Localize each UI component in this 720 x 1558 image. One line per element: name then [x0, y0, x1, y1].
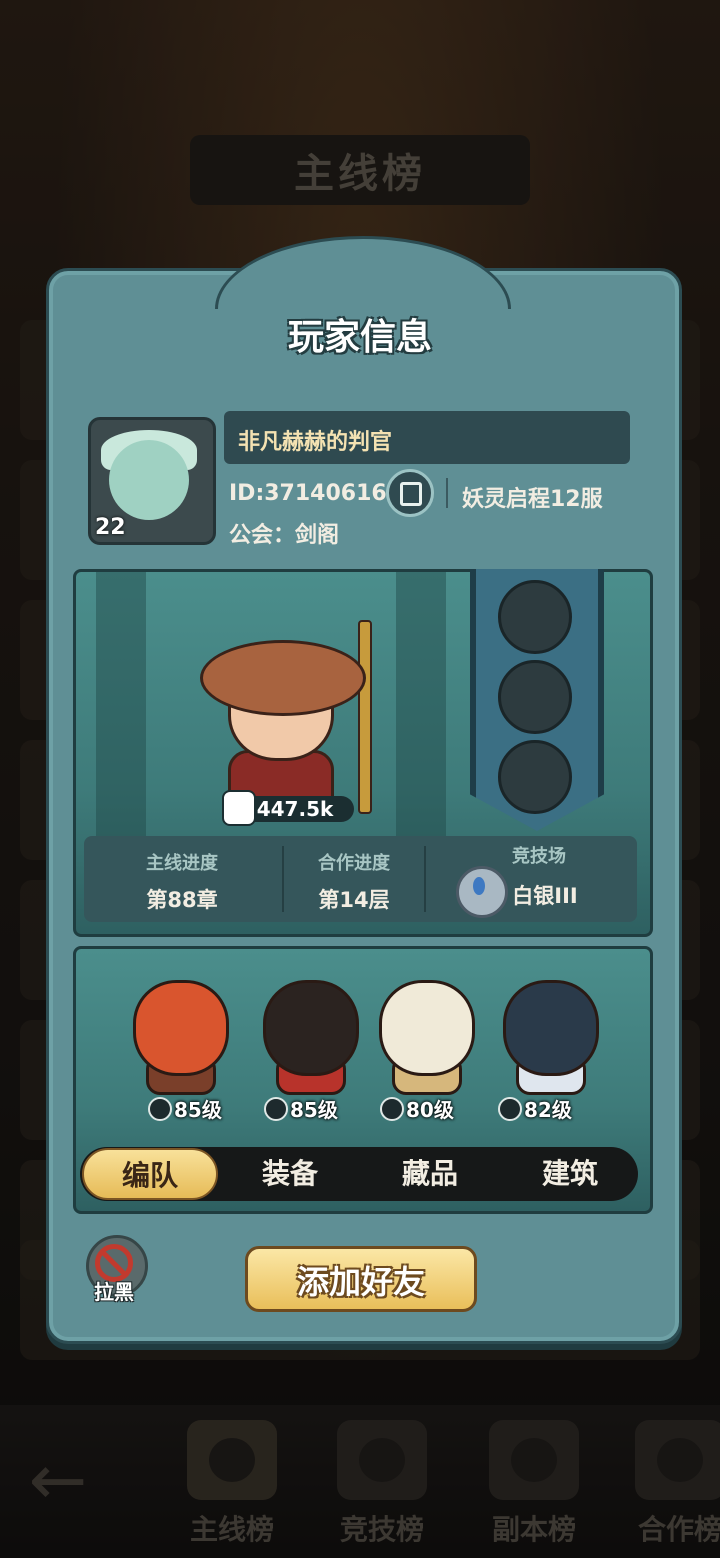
- equipment-slot[interactable]: [498, 660, 572, 734]
- background-pillar: [96, 572, 146, 852]
- archer-class-icon: [264, 1097, 288, 1121]
- copy-id-button[interactable]: [386, 469, 434, 517]
- avatar-face: [109, 440, 189, 520]
- member-head: [133, 980, 229, 1076]
- main-progress-value: 第88章: [146, 888, 218, 912]
- member-level: 85级: [148, 1094, 222, 1123]
- tab-buildings[interactable]: 建筑: [502, 1148, 638, 1200]
- coop-progress-value: 第14层: [318, 888, 390, 912]
- player-guild: 公会：剑阁: [229, 523, 340, 548]
- fist-power-icon: [222, 790, 256, 826]
- member-head: [379, 980, 475, 1076]
- member-head: [503, 980, 599, 1076]
- equipment-slot[interactable]: [498, 740, 572, 814]
- tab-collection[interactable]: 藏品: [362, 1148, 498, 1200]
- team-member[interactable]: [364, 975, 484, 1095]
- coop-progress-label: 合作进度: [318, 853, 390, 874]
- copy-icon: [400, 482, 422, 506]
- rank-gem: [473, 877, 485, 895]
- member-level: 85级: [264, 1094, 338, 1123]
- player-name: 非凡赫赫的判官: [238, 430, 393, 455]
- member-level: 82级: [498, 1094, 572, 1123]
- member-level-text: 80级: [406, 1098, 454, 1122]
- tab-equipment[interactable]: 装备: [222, 1148, 358, 1200]
- arena-label: 竞技场: [512, 846, 566, 867]
- member-level-text: 82级: [524, 1098, 572, 1122]
- equipment-slot[interactable]: [498, 580, 572, 654]
- member-level: 80级: [380, 1094, 454, 1123]
- player-avatar[interactable]: 22: [88, 417, 216, 545]
- main-progress-label: 主线进度: [146, 853, 218, 874]
- dialog-title: 玩家信息: [287, 317, 432, 358]
- member-head: [263, 980, 359, 1076]
- tab-lineup[interactable]: 编队: [82, 1148, 218, 1200]
- team-member[interactable]: [248, 975, 368, 1095]
- add-friend-button[interactable]: 添加好友: [245, 1246, 477, 1312]
- hero-hat: [200, 640, 366, 716]
- player-id: ID:37140616: [229, 481, 387, 506]
- mage-class-icon: [498, 1097, 522, 1121]
- sword-class-icon: [148, 1097, 172, 1121]
- divider: [446, 478, 448, 508]
- team-member[interactable]: [488, 975, 608, 1095]
- hero-staff: [358, 620, 372, 814]
- player-server: 妖灵启程12服: [462, 487, 603, 512]
- block-label: 拉黑: [94, 1280, 134, 1304]
- arena-rank-value: 白银III: [512, 884, 578, 908]
- member-level-text: 85级: [174, 1098, 222, 1122]
- healer-class-icon: [380, 1097, 404, 1121]
- background-pillar: [396, 572, 446, 852]
- player-level: 22: [95, 515, 126, 540]
- member-level-text: 85级: [290, 1098, 338, 1122]
- team-member[interactable]: [118, 975, 238, 1095]
